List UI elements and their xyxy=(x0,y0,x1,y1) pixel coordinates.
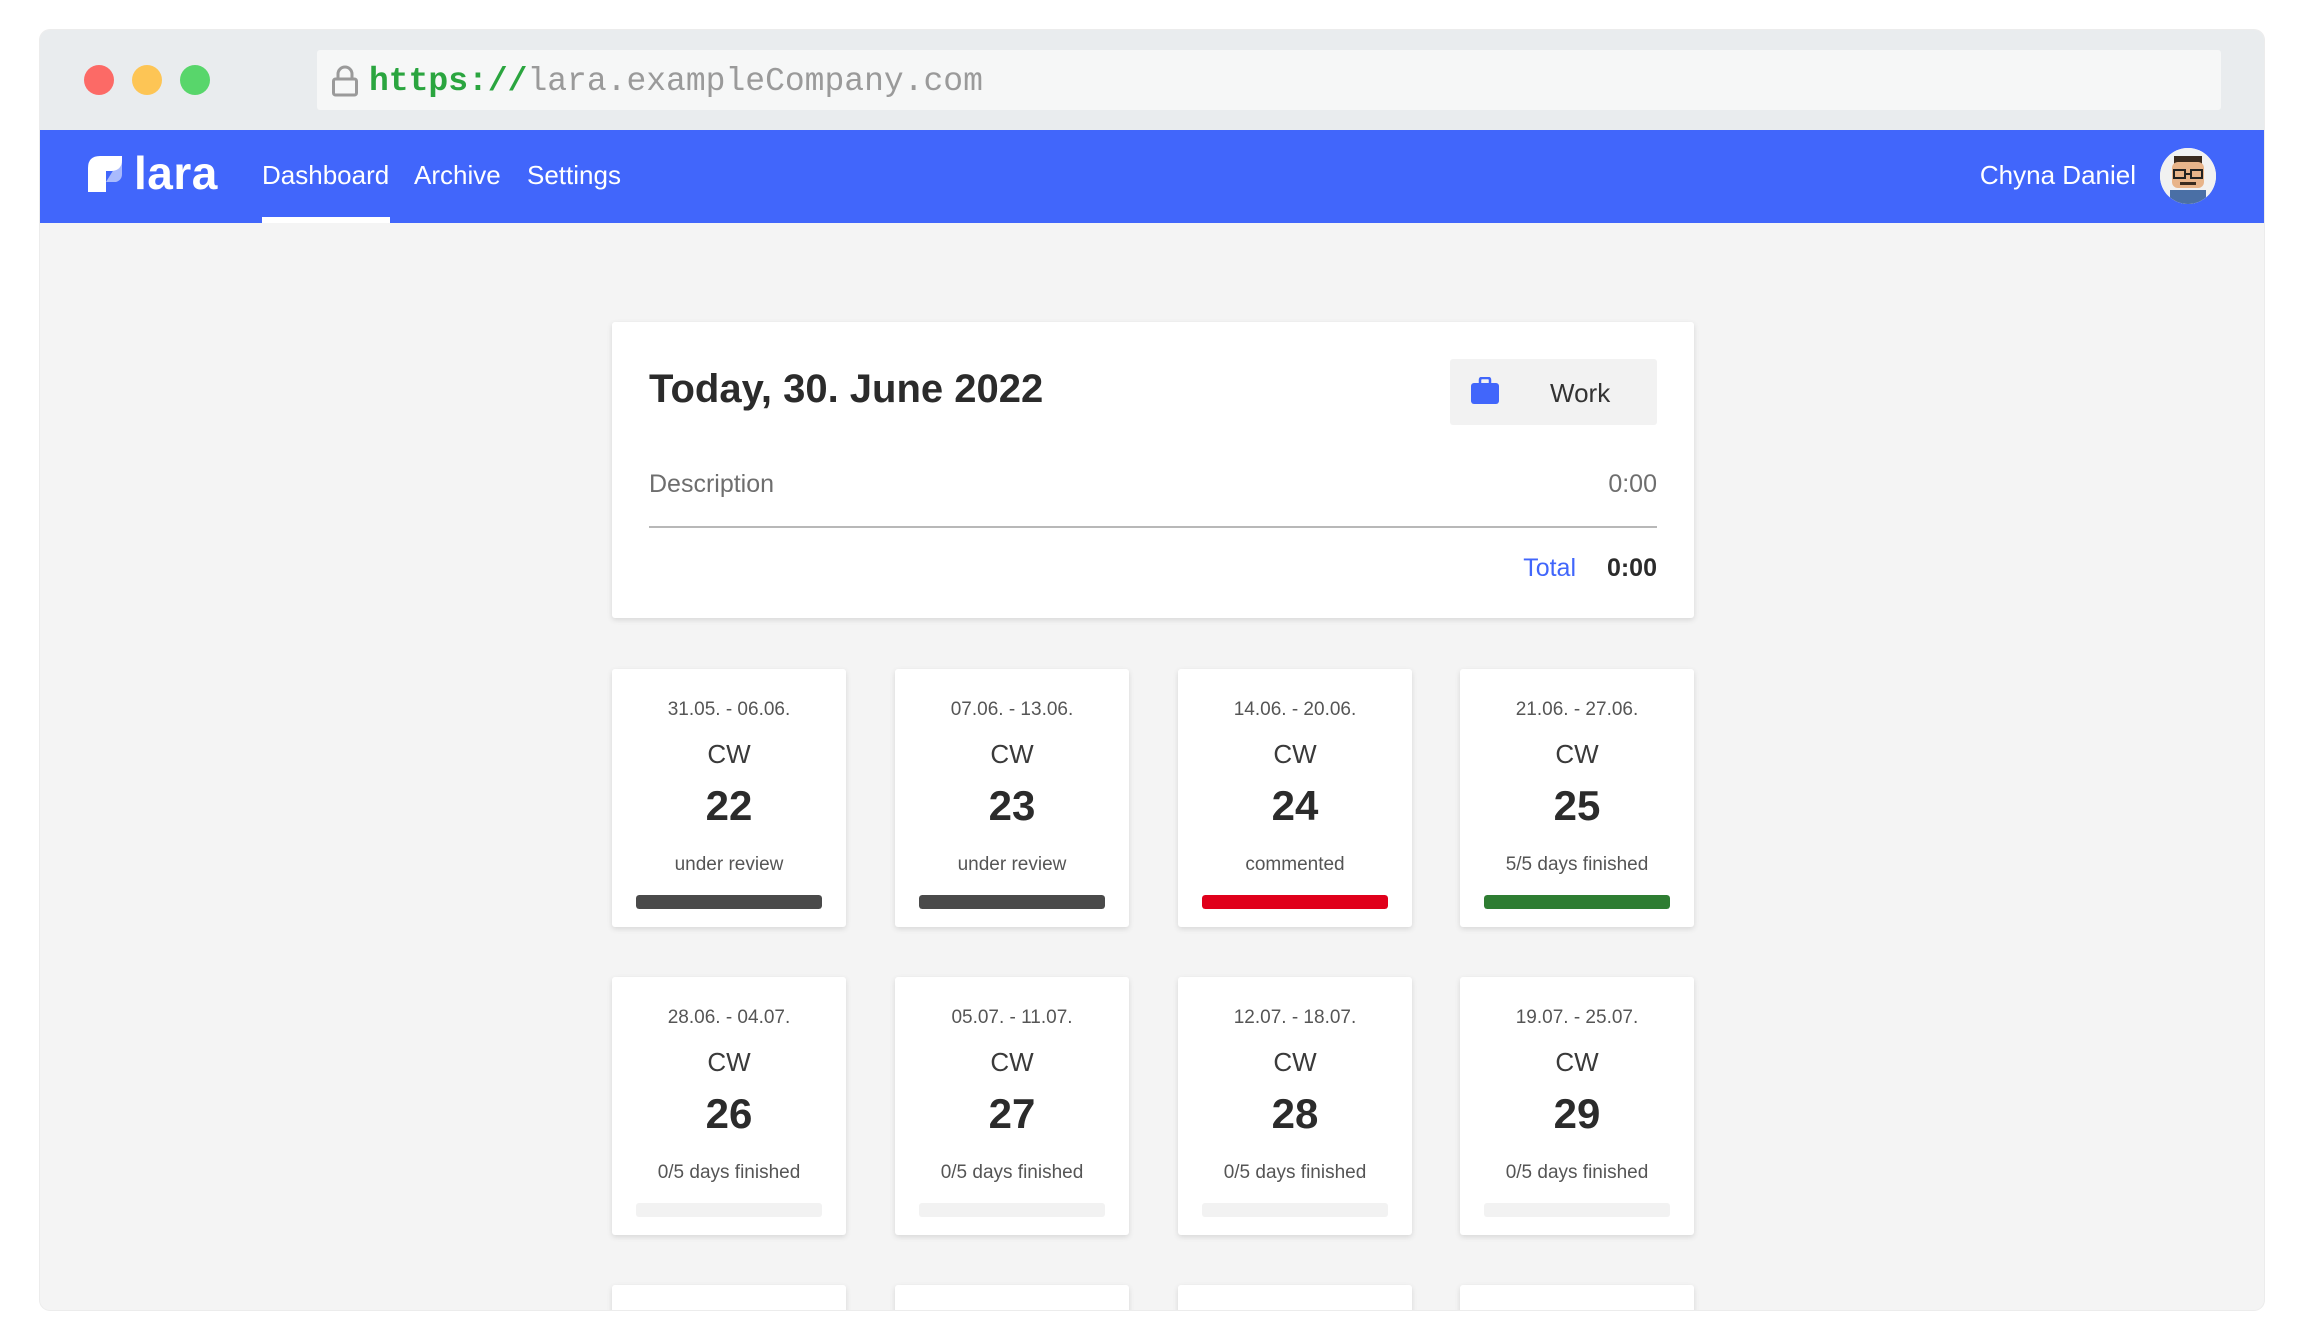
description-time[interactable]: 0:00 xyxy=(1608,470,1657,499)
week-number: 24 xyxy=(1271,782,1319,829)
week-progress-fill xyxy=(636,895,822,909)
week-card-partial[interactable] xyxy=(1178,1285,1412,1310)
week-number: 26 xyxy=(705,1090,753,1137)
close-window-button[interactable] xyxy=(84,65,114,95)
week-number: 27 xyxy=(988,1090,1036,1137)
week-cw-label: CW xyxy=(990,739,1034,769)
address-bar[interactable]: https://lara.exampleCompany.com xyxy=(317,50,2221,110)
week-status: 0/5 days finished xyxy=(1505,1162,1649,1183)
week-date-range: 28.06. - 04.07. xyxy=(667,1007,791,1028)
user-avatar[interactable] xyxy=(2160,148,2216,204)
week-cw-label: CW xyxy=(1555,1047,1599,1077)
week-progress-bar xyxy=(636,1203,822,1217)
nav-link-settings[interactable]: Settings xyxy=(527,160,621,191)
week-card[interactable]: 19.07. - 25.07. CW 29 0/5 days finished xyxy=(1460,977,1694,1235)
week-date-range: 12.07. - 18.07. xyxy=(1233,1007,1357,1028)
week-cw-label: CW xyxy=(1555,739,1599,769)
week-cw-label: CW xyxy=(990,1047,1034,1077)
minimize-window-button[interactable] xyxy=(132,65,162,95)
week-progress-bar xyxy=(1484,1203,1670,1217)
week-status: 0/5 days finished xyxy=(940,1162,1084,1183)
week-cw-label: CW xyxy=(707,739,751,769)
total-label: Total xyxy=(1523,554,1576,582)
week-card-partial[interactable] xyxy=(1460,1285,1694,1310)
description-label[interactable]: Description xyxy=(649,470,774,499)
week-card[interactable]: 14.06. - 20.06. CW 24 commented xyxy=(1178,669,1412,927)
browser-titlebar: https://lara.exampleCompany.com xyxy=(40,30,2264,130)
active-tab-indicator xyxy=(262,217,390,223)
week-date-range: 05.07. - 11.07. xyxy=(951,1007,1073,1028)
week-date-range: 31.05. - 06.06. xyxy=(667,699,791,720)
week-cw-label: CW xyxy=(707,1047,751,1077)
week-card-partial[interactable] xyxy=(895,1285,1129,1310)
nav-link-dashboard[interactable]: Dashboard xyxy=(262,160,389,191)
week-date-range: 21.06. - 27.06. xyxy=(1515,699,1639,720)
week-status: under review xyxy=(957,854,1067,875)
week-status: 0/5 days finished xyxy=(657,1162,801,1183)
week-card[interactable]: 07.06. - 13.06. CW 23 under review xyxy=(895,669,1129,927)
avatar-face-icon xyxy=(2160,148,2216,204)
lara-logo-icon xyxy=(88,156,122,192)
week-number: 22 xyxy=(705,782,753,829)
week-progress-fill xyxy=(1202,895,1388,909)
week-status: under review xyxy=(674,854,784,875)
week-progress-bar xyxy=(919,1203,1105,1217)
week-date-range: 19.07. - 25.07. xyxy=(1515,1007,1639,1028)
week-progress-bar xyxy=(1202,895,1388,909)
week-status: 0/5 days finished xyxy=(1223,1162,1367,1183)
week-progress-fill xyxy=(919,895,1105,909)
week-progress-bar xyxy=(1484,895,1670,909)
week-card-partial[interactable] xyxy=(612,1285,846,1310)
maximize-window-button[interactable] xyxy=(180,65,210,95)
week-progress-bar xyxy=(636,895,822,909)
briefcase-icon xyxy=(1471,377,1499,404)
today-title: Today, 30. June 2022 xyxy=(649,367,1044,411)
week-card[interactable]: 31.05. - 06.06. CW 22 under review xyxy=(612,669,846,927)
week-cw-label: CW xyxy=(1273,739,1317,769)
week-number: 25 xyxy=(1553,782,1601,829)
total-divider xyxy=(649,526,1657,528)
week-progress-bar xyxy=(919,895,1105,909)
user-name[interactable]: Chyna Daniel xyxy=(1980,160,2136,191)
app-logo-text[interactable]: lara xyxy=(134,146,218,200)
work-button-label: Work xyxy=(1550,378,1611,408)
week-number: 28 xyxy=(1271,1090,1319,1137)
today-card: Today, 30. June 2022 Work Description 0:… xyxy=(612,322,1694,618)
url-host: lara.exampleCompany.com xyxy=(527,63,983,100)
week-card[interactable]: 12.07. - 18.07. CW 28 0/5 days finished xyxy=(1178,977,1412,1235)
week-progress-fill xyxy=(1484,895,1670,909)
lock-icon xyxy=(332,65,358,97)
week-status: commented xyxy=(1245,854,1345,875)
week-date-range: 07.06. - 13.06. xyxy=(950,699,1074,720)
work-mode-button[interactable]: Work xyxy=(1450,359,1657,425)
url-text: https://lara.exampleCompany.com xyxy=(369,63,983,100)
nav-link-archive[interactable]: Archive xyxy=(414,160,501,191)
total-value: 0:00 xyxy=(1606,554,1657,582)
week-progress-bar xyxy=(1202,1203,1388,1217)
week-date-range: 14.06. - 20.06. xyxy=(1233,699,1357,720)
week-card[interactable]: 05.07. - 11.07. CW 27 0/5 days finished xyxy=(895,977,1129,1235)
top-navigation: lara Dashboard Archive Settings Chyna Da… xyxy=(40,130,2264,223)
browser-window: https://lara.exampleCompany.com lara Das… xyxy=(40,30,2264,1310)
week-number: 29 xyxy=(1553,1090,1601,1137)
week-status: 5/5 days finished xyxy=(1505,854,1649,875)
week-cw-label: CW xyxy=(1273,1047,1317,1077)
url-scheme: https:// xyxy=(369,63,528,100)
week-card[interactable]: 21.06. - 27.06. CW 25 5/5 days finished xyxy=(1460,669,1694,927)
week-card[interactable]: 28.06. - 04.07. CW 26 0/5 days finished xyxy=(612,977,846,1235)
week-number: 23 xyxy=(988,782,1036,829)
